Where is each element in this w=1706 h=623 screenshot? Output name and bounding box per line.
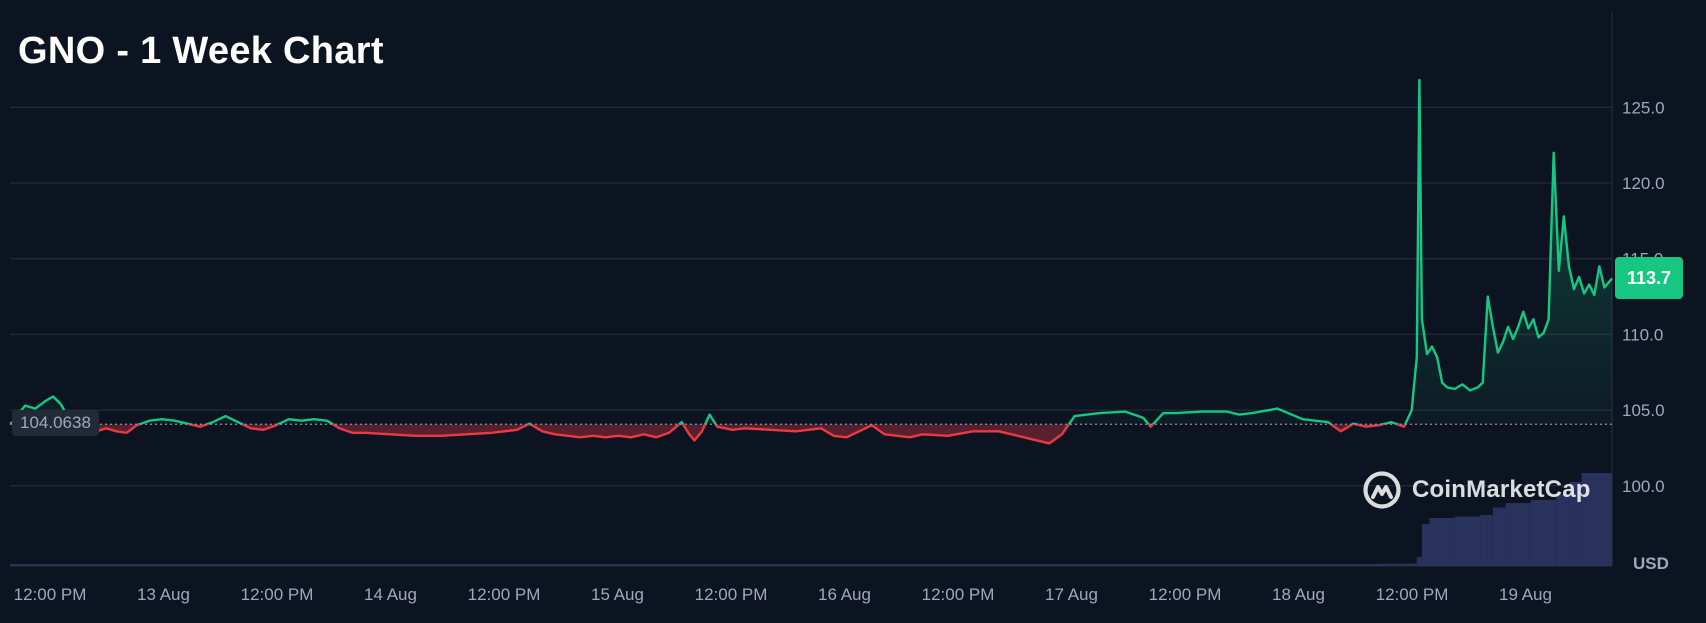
x-tick-label-5: 15 Aug	[591, 585, 644, 604]
y-tick-label-5: 125.0	[1622, 98, 1665, 117]
y-tick-label-4: 120.0	[1622, 174, 1665, 193]
x-tick-label-3: 14 Aug	[364, 585, 417, 604]
volume-bar	[1023, 564, 1075, 566]
volume-bar	[1404, 563, 1417, 566]
current-price-badge: 113.7	[1615, 257, 1683, 300]
price-series	[9, 78, 1613, 445]
volume-bar	[162, 564, 213, 566]
volume-bar	[111, 564, 163, 566]
x-tick-label-13: 19 Aug	[1499, 585, 1552, 604]
volume-bar	[1125, 564, 1177, 566]
volume-bar	[567, 564, 619, 566]
price-chart: 100.0105.0110.0115.0120.0125.0 12:00 PM1…	[9, 12, 1665, 604]
volume-bar	[719, 564, 771, 566]
volume-bar	[263, 564, 315, 566]
x-tick-label-1: 13 Aug	[137, 585, 190, 604]
volume-bar	[314, 564, 365, 566]
x-tick-label-9: 17 Aug	[1045, 585, 1098, 604]
x-tick-label-6: 12:00 PM	[695, 585, 768, 604]
volume-bar	[1454, 516, 1481, 566]
volume-bar	[1505, 503, 1531, 566]
x-tick-label-10: 12:00 PM	[1149, 585, 1222, 604]
volume-bar	[1421, 524, 1430, 566]
volume-bar	[973, 564, 1024, 566]
volume-bar	[1353, 564, 1379, 566]
volume-bar	[1378, 563, 1405, 566]
x-tick-label-0: 12:00 PM	[14, 585, 87, 604]
price-area-up	[10, 80, 1612, 425]
volume-bar	[871, 564, 923, 566]
volume-bar	[1277, 564, 1329, 566]
x-tick-label-12: 12:00 PM	[1376, 585, 1449, 604]
x-tick-label-8: 12:00 PM	[922, 585, 995, 604]
coinmarketcap-logo-icon	[1363, 471, 1401, 509]
volume-bar	[364, 564, 416, 566]
volume-bar	[1492, 507, 1506, 566]
volume-bar	[922, 564, 974, 566]
volume-bar	[1176, 564, 1227, 566]
y-tick-label-1: 105.0	[1622, 401, 1665, 420]
chart-stage: 100.0105.0110.0115.0120.0125.0 12:00 PM1…	[0, 0, 1706, 623]
volume-bar	[60, 564, 112, 566]
volume-bar	[1480, 515, 1493, 566]
price-line-down	[10, 424, 1407, 445]
volume-bar	[770, 564, 822, 566]
x-tick-label-4: 12:00 PM	[468, 585, 541, 604]
volume-bar	[1328, 564, 1354, 566]
x-tick-label-7: 16 Aug	[818, 585, 871, 604]
volume-bar	[466, 564, 517, 566]
volume-bar	[1429, 518, 1455, 566]
volume-bar	[1074, 564, 1126, 566]
watermark-text: CoinMarketCap	[1412, 476, 1591, 503]
coinmarketcap-watermark: CoinMarketCap	[1362, 470, 1591, 510]
volume-bar	[1416, 557, 1422, 566]
y-tick-label-0: 100.0	[1622, 477, 1665, 496]
volume-bar	[10, 564, 61, 566]
currency-label: USD	[1633, 554, 1669, 573]
volume-bar	[415, 564, 467, 566]
volume-bar	[618, 564, 670, 566]
volume-bar	[516, 564, 568, 566]
volume-bar	[821, 564, 872, 566]
x-tick-label-2: 12:00 PM	[241, 585, 314, 604]
price-area-down	[10, 424, 1612, 444]
x-axis-ticks: 12:00 PM 13 Aug 12:00 PM 14 Aug 12:00 PM 15 A…	[14, 585, 1552, 604]
chart-title: GNO - 1 Week Chart	[18, 30, 384, 72]
reference-price-badge: 104.0638	[12, 410, 99, 437]
price-line-up	[9, 78, 1613, 425]
x-tick-label-11: 18 Aug	[1272, 585, 1325, 604]
y-tick-label-2: 110.0	[1622, 325, 1663, 344]
volume-bar	[669, 564, 720, 566]
volume-bar	[212, 564, 264, 566]
volume-bar	[1226, 564, 1278, 566]
